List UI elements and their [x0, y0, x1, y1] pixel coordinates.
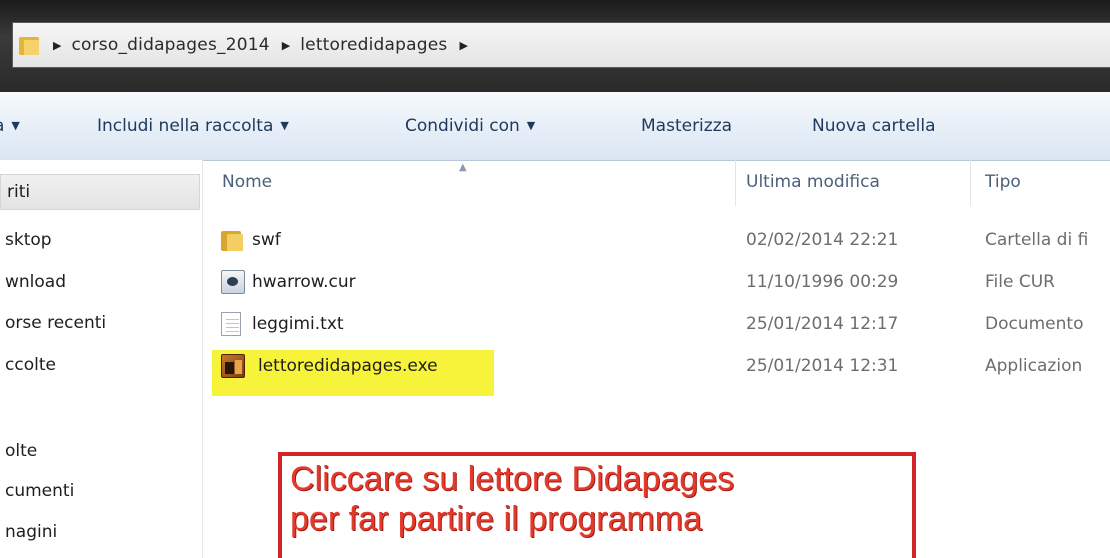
- file-row-swf[interactable]: swf 02/02/2014 22:21 Cartella di fi: [0, 222, 1110, 262]
- file-row-leggimi[interactable]: leggimi.txt 25/01/2014 12:17 Documento: [0, 306, 1110, 346]
- dropdown-arrow-icon: ▼: [280, 119, 289, 132]
- annotation-line-2: per far partire il programma: [290, 500, 702, 538]
- application-icon: [221, 354, 245, 378]
- dropdown-arrow-icon: ▼: [526, 119, 536, 132]
- file-date: 11/10/1996 00:29: [746, 272, 899, 292]
- organize-label: a: [0, 116, 4, 136]
- command-bar: a▼ Includi nella raccolta▼ Condividi con…: [0, 92, 1110, 161]
- file-type: Cartella di fi: [985, 230, 1089, 250]
- sidebar-item-label: riti: [7, 182, 31, 202]
- breadcrumb-chevron-icon[interactable]: ▶: [282, 39, 290, 52]
- file-name: leggimi.txt: [252, 314, 344, 334]
- file-type: Applicazion: [985, 356, 1083, 376]
- address-bar[interactable]: ▶ corso_didapages_2014 ▶ lettoredidapage…: [12, 22, 1110, 68]
- organize-button[interactable]: a▼: [0, 116, 20, 136]
- file-type: Documento: [985, 314, 1084, 334]
- sidebar-item-pictures[interactable]: nagini: [5, 522, 57, 542]
- file-name: hwarrow.cur: [252, 272, 356, 292]
- sidebar-item-documents[interactable]: cumenti: [5, 481, 74, 501]
- file-name: lettoredidapages.exe: [258, 356, 438, 376]
- sort-ascending-icon: ▲: [459, 162, 467, 173]
- file-name: swf: [252, 230, 281, 250]
- column-header-type[interactable]: Tipo: [985, 172, 1021, 192]
- include-in-library-label: Includi nella raccolta: [97, 116, 274, 136]
- column-header-modified[interactable]: Ultima modifica: [746, 172, 880, 192]
- column-divider[interactable]: [970, 160, 971, 206]
- column-divider[interactable]: [735, 160, 736, 206]
- folder-icon: [19, 35, 41, 55]
- dropdown-arrow-icon: ▼: [11, 119, 20, 132]
- breadcrumb-chevron-icon[interactable]: ▶: [53, 39, 61, 52]
- file-date: 02/02/2014 22:21: [746, 230, 899, 250]
- text-file-icon: [221, 312, 241, 336]
- file-row-hwarrow[interactable]: hwarrow.cur 11/10/1996 00:29 File CUR: [0, 264, 1110, 304]
- share-with-button[interactable]: Condividi con ▼: [405, 116, 535, 136]
- burn-button[interactable]: Masterizza: [641, 116, 732, 136]
- include-in-library-button[interactable]: Includi nella raccolta ▼: [97, 116, 289, 136]
- breadcrumb-lettoredidapages[interactable]: lettoredidapages: [300, 35, 447, 55]
- annotation-line-1: Cliccare su lettore Didapages: [290, 460, 735, 498]
- breadcrumb-chevron-icon[interactable]: ▶: [459, 39, 467, 52]
- column-header-name[interactable]: Nome: [222, 172, 272, 192]
- folder-icon: [221, 228, 245, 252]
- share-with-label: Condividi con: [405, 116, 520, 136]
- cursor-file-icon: [221, 270, 245, 294]
- file-date: 25/01/2014 12:31: [746, 356, 899, 376]
- file-type: File CUR: [985, 272, 1055, 292]
- new-folder-button[interactable]: Nuova cartella: [812, 116, 936, 136]
- breadcrumb-corso-didapages[interactable]: corso_didapages_2014: [71, 35, 269, 55]
- file-row-lettoredidapages[interactable]: lettoredidapages.exe 25/01/2014 12:31 Ap…: [0, 348, 1110, 388]
- file-date: 25/01/2014 12:17: [746, 314, 899, 334]
- sidebar-item-favorites[interactable]: riti: [0, 174, 200, 210]
- sidebar-item-collections[interactable]: olte: [5, 441, 37, 461]
- window-frame: ▶ corso_didapages_2014 ▶ lettoredidapage…: [0, 0, 1110, 92]
